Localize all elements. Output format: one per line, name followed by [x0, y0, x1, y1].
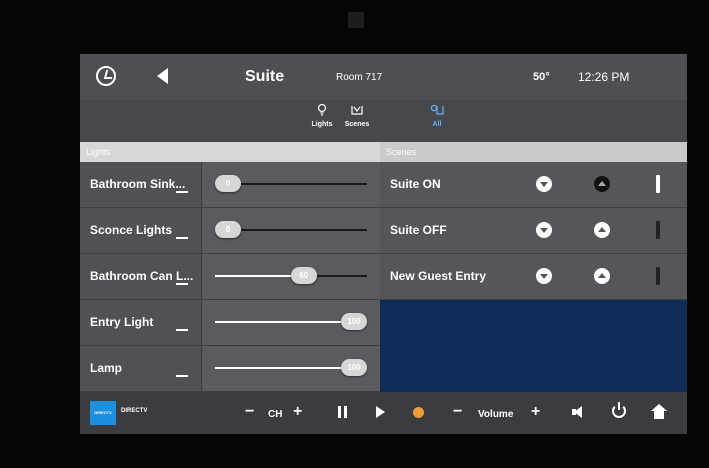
light-label[interactable]: Lamp [80, 346, 202, 391]
camera-notch [348, 12, 364, 28]
dash-icon [176, 329, 188, 331]
slider-knob[interactable]: 100 [341, 313, 367, 330]
scene-down-icon[interactable] [536, 268, 552, 284]
light-name: Sconce Lights [90, 223, 173, 237]
play-icon[interactable] [376, 406, 385, 418]
tab-lights-label: Lights [311, 121, 333, 128]
tab-all-label: All [432, 121, 442, 128]
scene-name: New Guest Entry [390, 269, 487, 283]
slider-knob[interactable]: 0 [215, 175, 241, 192]
media-control-bar: DIRECTV DIRECTV − CH + − Volume + [80, 392, 687, 434]
dimmer-slider[interactable]: 0 [203, 208, 380, 253]
directv-logo[interactable]: DIRECTV [90, 401, 116, 425]
dash-icon [176, 283, 188, 285]
mute-icon[interactable] [572, 406, 584, 418]
slider-knob[interactable]: 100 [341, 359, 367, 376]
dimmer-slider[interactable]: 100 [203, 346, 380, 391]
light-label[interactable]: Bathroom Can L... [80, 254, 202, 299]
scenes-header: Scenes [380, 142, 687, 162]
tab-lights[interactable]: Lights [302, 103, 342, 139]
filter-bar: Lights Scenes All [80, 100, 687, 142]
light-name: Bathroom Can L... [90, 269, 194, 283]
scene-down-icon[interactable] [536, 176, 552, 192]
back-arrow-icon[interactable] [157, 68, 168, 84]
pause-icon[interactable] [338, 406, 347, 418]
slider-knob[interactable]: 60 [290, 267, 317, 284]
volume-down-button[interactable]: − [453, 404, 462, 420]
light-row: Bathroom Sink... 0 [80, 162, 380, 208]
time-readout: 12:26 PM [578, 70, 630, 84]
header-bar: Suite Room 717 50° 12:26 PM [80, 54, 687, 100]
room-number: Room 717 [336, 72, 383, 83]
touch-panel-screen: Suite Room 717 50° 12:26 PM Lights Scene… [80, 54, 687, 434]
scene-name: Suite OFF [390, 223, 447, 237]
room-title: Suite [245, 68, 285, 85]
dimmer-slider[interactable]: 100 [203, 300, 380, 345]
dash-icon [176, 375, 188, 377]
volume-label: Volume [478, 409, 514, 420]
light-name: Entry Light [90, 315, 154, 329]
lights-panel: Lights Bathroom Sink... 0 Sconce Lights … [80, 142, 380, 392]
temperature-readout: 50° [533, 71, 550, 83]
channel-up-button[interactable]: + [293, 404, 302, 420]
clock-icon[interactable] [96, 66, 116, 86]
light-label[interactable]: Sconce Lights [80, 208, 202, 253]
light-name: Lamp [90, 361, 123, 375]
scene-up-icon[interactable] [594, 222, 610, 238]
scene-active-indicator [656, 175, 660, 193]
light-label[interactable]: Entry Light [80, 300, 202, 345]
scene-row[interactable]: Suite OFF [380, 208, 687, 254]
scene-down-icon[interactable] [536, 222, 552, 238]
dimmer-slider[interactable]: 0 [203, 162, 380, 207]
light-name: Bathroom Sink... [90, 177, 186, 191]
power-icon[interactable] [612, 402, 626, 418]
light-row: Bathroom Can L... 60 [80, 254, 380, 300]
scene-row[interactable]: New Guest Entry [380, 254, 687, 300]
record-icon[interactable] [413, 407, 424, 418]
lights-header: Lights [80, 142, 380, 162]
dash-icon [176, 237, 188, 239]
tab-scenes-label: Scenes [344, 121, 370, 128]
light-label[interactable]: Bathroom Sink... [80, 162, 202, 207]
tab-scenes[interactable]: Scenes [337, 103, 377, 139]
channel-label: CH [268, 409, 283, 420]
scenes-icon [351, 106, 363, 115]
light-row: Entry Light 100 [80, 300, 380, 346]
scene-name: Suite ON [390, 177, 441, 191]
scene-active-indicator [656, 221, 660, 239]
home-icon[interactable] [651, 404, 667, 420]
scene-row[interactable]: Suite ON [380, 162, 687, 208]
bulb-icon [317, 103, 327, 116]
scene-active-indicator [656, 267, 660, 285]
source-label: DIRECTV [121, 408, 148, 414]
tab-all[interactable]: All [417, 103, 457, 139]
volume-up-button[interactable]: + [531, 404, 540, 420]
slider-knob[interactable]: 0 [215, 221, 241, 238]
all-icon [430, 104, 444, 115]
dash-icon [176, 191, 188, 193]
scene-up-icon[interactable] [594, 176, 610, 192]
dimmer-slider[interactable]: 60 [203, 254, 380, 299]
scenes-panel: Scenes Suite ON Suite OFF New Guest Entr… [380, 142, 687, 392]
light-row: Sconce Lights 0 [80, 208, 380, 254]
scene-up-icon[interactable] [594, 268, 610, 284]
light-row: Lamp 100 [80, 346, 380, 392]
channel-down-button[interactable]: − [245, 404, 254, 420]
